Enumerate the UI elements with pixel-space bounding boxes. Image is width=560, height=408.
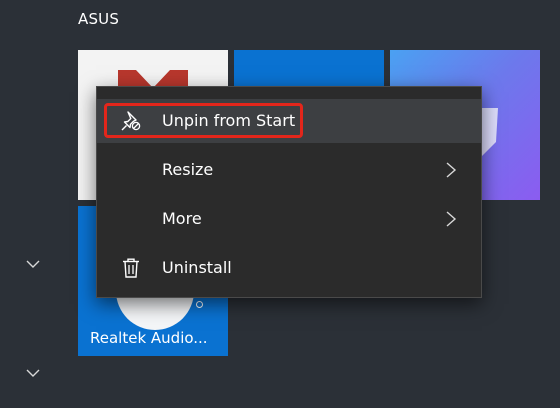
realtek-dot-icon bbox=[196, 301, 203, 308]
menu-item-uninstall[interactable]: Uninstall bbox=[97, 246, 481, 290]
trash-icon bbox=[123, 258, 139, 278]
context-menu: Unpin from Start Resize More Uninstall bbox=[96, 86, 482, 298]
menu-item-resize[interactable]: Resize bbox=[97, 148, 481, 192]
menu-item-label: Resize bbox=[162, 160, 214, 179]
group-title[interactable]: ASUS bbox=[78, 10, 119, 28]
chevron-right-icon bbox=[446, 162, 457, 178]
chevron-right-icon bbox=[446, 211, 457, 227]
chevron-down-icon[interactable] bbox=[24, 367, 42, 379]
menu-item-label: Uninstall bbox=[162, 258, 232, 277]
chevron-down-icon[interactable] bbox=[24, 258, 42, 270]
highlight-box bbox=[104, 103, 303, 138]
menu-item-more[interactable]: More bbox=[97, 197, 481, 241]
menu-item-label: More bbox=[162, 209, 202, 228]
tile-label: Realtek Audio... bbox=[90, 329, 208, 347]
menu-item-unpin-from-start[interactable]: Unpin from Start bbox=[97, 99, 481, 143]
